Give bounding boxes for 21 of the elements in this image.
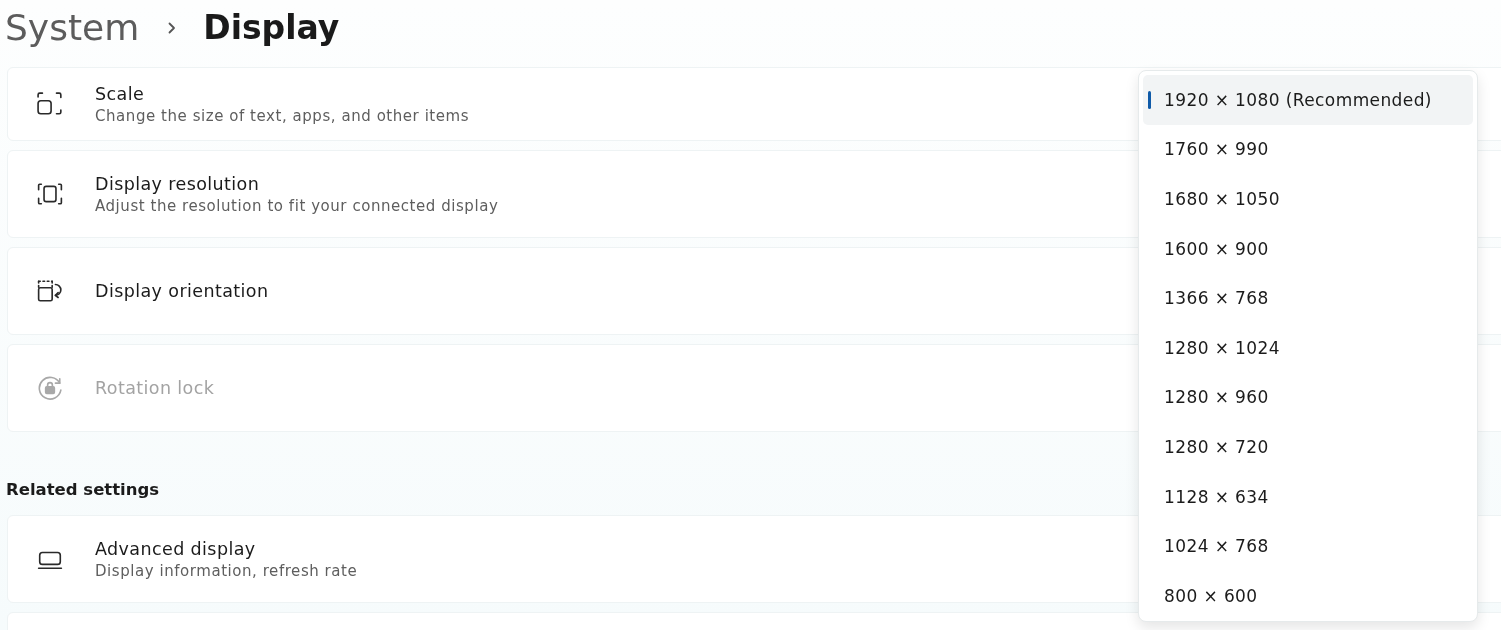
- setting-title: Display orientation: [95, 279, 269, 303]
- setting-description: Adjust the resolution to fit your connected display: [95, 195, 499, 216]
- resolution-option[interactable]: 1920 × 1080 (Recommended): [1143, 75, 1473, 125]
- page-title: Display: [203, 7, 340, 49]
- resolution-option[interactable]: 1280 × 960: [1143, 372, 1473, 423]
- resolution-option[interactable]: 1024 × 768: [1143, 521, 1473, 571]
- breadcrumb-parent[interactable]: System: [5, 7, 140, 49]
- setting-title: Display resolution: [95, 172, 260, 196]
- setting-title: Scale: [95, 82, 145, 106]
- setting-title: Advanced display: [95, 537, 256, 561]
- resolution-icon: [37, 181, 63, 207]
- setting-description: Display information, refresh rate: [95, 560, 358, 581]
- resolution-option[interactable]: 1366 × 768: [1143, 273, 1473, 323]
- setting-description: Change the size of text, apps, and other items: [95, 105, 470, 126]
- setting-title: Rotation lock: [95, 376, 215, 400]
- resolution-option[interactable]: 1680 × 1050: [1143, 174, 1473, 224]
- scale-icon: [37, 91, 63, 117]
- section-heading: Related settings: [6, 479, 160, 501]
- rotation-lock-icon: [37, 375, 63, 401]
- chevron-icon: [168, 22, 177, 34]
- orientation-icon: [37, 278, 63, 304]
